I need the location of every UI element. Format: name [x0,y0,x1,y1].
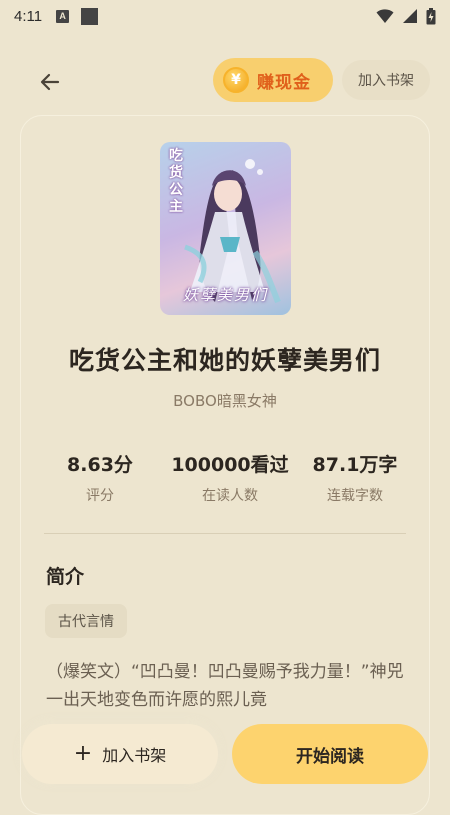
back-button[interactable] [30,62,70,102]
book-author[interactable]: BOBO暗黑女神 [0,390,450,411]
status-time: 4:11 [14,7,43,25]
synopsis-text[interactable]: （爆笑文）“凹凸曼！凹凸曼赐予我力量！”神兕一出天地变色而许愿的熙儿竟 [46,658,406,714]
stat-value: 8.63分 [67,454,133,476]
status-bar: 4:11 A [0,0,450,32]
cover-title-vertical: 吃货公主 [169,148,183,215]
stat-label: 连载字数 [327,488,383,504]
stat-word-count: 87.1万字 连载字数 [300,450,410,505]
book-stats: 8.63分 评分 100000看过 在读人数 87.1万字 连载字数 [40,450,410,505]
add-to-shelf-label: 加入书架 [102,746,167,765]
intro-heading: 简介 [46,566,85,588]
start-reading-button[interactable]: 开始阅读 [232,724,428,784]
stat-value: 87.1万字 [312,454,398,476]
earn-cash-button[interactable]: ¥ 赚现金 [213,58,333,102]
notification-square-icon [81,7,99,25]
coin-icon: ¥ [223,67,249,93]
stat-value: 100000看过 [171,454,289,476]
book-cover[interactable]: 吃货公主 妖孽美男们 [160,142,291,315]
arrow-left-icon [40,73,60,91]
stat-rating: 8.63分 评分 [40,450,160,505]
stat-readers: 100000看过 在读人数 [160,450,300,505]
add-to-shelf-button[interactable]: + 加入书架 [22,724,218,784]
add-to-shelf-top-button[interactable]: 加入书架 [342,60,430,100]
plus-icon: + [73,741,93,766]
divider [44,533,406,534]
genre-tag[interactable]: 古代言情 [45,604,127,638]
battery-icon [426,7,436,24]
cover-title-script: 妖孽美男们 [182,286,268,304]
stat-label: 评分 [86,488,114,504]
wifi-icon [376,9,394,23]
stat-label: 在读人数 [202,488,258,504]
book-title: 吃货公主和她的妖孽美男们 [68,346,381,375]
earn-cash-label: 赚现金 [257,72,311,93]
signal-icon [403,9,417,23]
notification-a-icon: A [56,9,70,23]
